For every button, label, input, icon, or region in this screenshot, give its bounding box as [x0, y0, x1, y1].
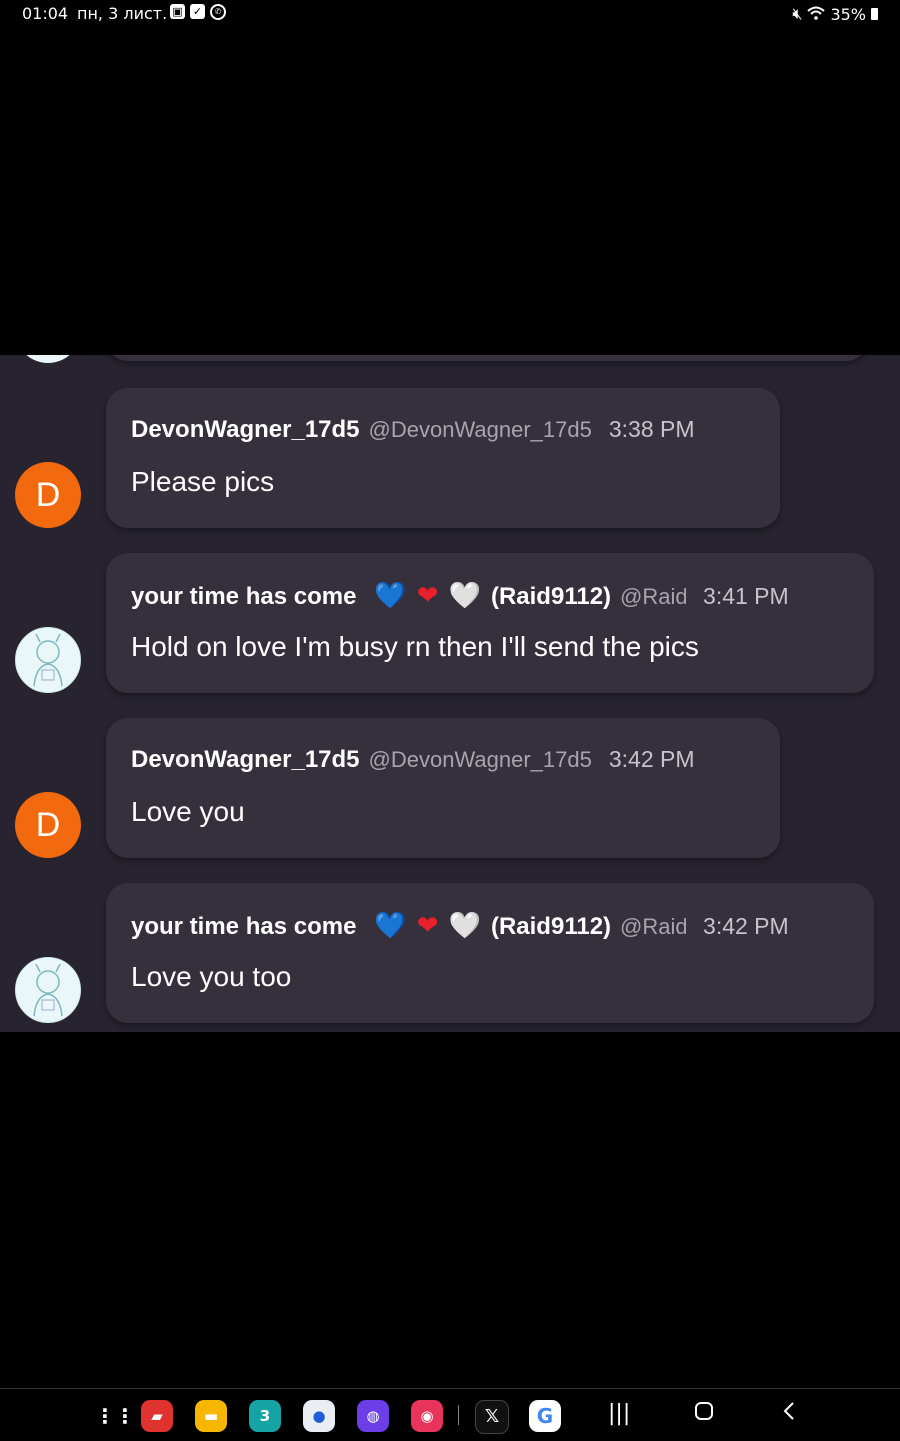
- camera-app-icon[interactable]: ◉: [411, 1400, 443, 1432]
- author-name[interactable]: your time has come: [131, 913, 356, 941]
- taskbar: ⋮⋮⋮ ▰ ▬ 3 ● ◍ ◉ 𝕏 G |||: [0, 1388, 900, 1441]
- white-heart-icon: 🤍: [448, 911, 481, 941]
- message-header: your time has come 💙 ❤ 🤍 (Raid9112) @Rai…: [131, 911, 789, 941]
- message-header: DevonWagner_17d5 @DevonWagner_17d5 3:42 …: [131, 746, 695, 774]
- home-icon: [695, 1402, 713, 1420]
- back-chevron-icon: [783, 1402, 794, 1420]
- message-text: Love you too: [131, 961, 292, 992]
- files-app-icon[interactable]: ▬: [195, 1400, 227, 1432]
- avatar-drawing-icon: [33, 963, 63, 1017]
- message-text: Please pics: [131, 466, 275, 497]
- blue-heart-icon: 💙: [374, 581, 407, 611]
- recents-button[interactable]: |||: [608, 1401, 630, 1426]
- notification-icons: ▣ ✓ ✆: [170, 4, 226, 20]
- message-time: 3:42 PM: [703, 913, 789, 939]
- avatar[interactable]: [15, 627, 81, 693]
- viber-notification-icon: ✆: [210, 4, 226, 20]
- google-app-icon[interactable]: G: [529, 1400, 561, 1432]
- message-bubble: DevonWagner_17d5 @DevonWagner_17d5 3:42 …: [106, 718, 780, 858]
- dock-divider: [458, 1405, 459, 1425]
- author-handle[interactable]: @Raid9112: [620, 914, 686, 940]
- message-text: Hold on love I'm busy rn then I'll send …: [131, 631, 699, 662]
- author-handle[interactable]: @DevonWagner_17d5: [369, 417, 592, 443]
- notes-app-icon[interactable]: ▰: [141, 1400, 173, 1432]
- mute-icon: 🔇︎: [792, 4, 803, 23]
- x-app-icon[interactable]: 𝕏: [475, 1400, 509, 1434]
- blue-heart-icon: 💙: [374, 911, 407, 941]
- message-bubble-previous: [106, 355, 868, 361]
- status-date: пн, 3 лист.: [77, 4, 168, 23]
- battery-icon: [871, 8, 878, 20]
- author-hearts: 💙 ❤ 🤍: [374, 581, 481, 611]
- message-bubble: your time has come 💙 ❤ 🤍 (Raid9112) @Rai…: [106, 553, 874, 693]
- author-name[interactable]: your time has come: [131, 583, 356, 611]
- message-text: Love you: [131, 796, 245, 827]
- author-handle[interactable]: @DevonWagner_17d5: [369, 747, 592, 773]
- status-bar: 01:04 пн, 3 лист. ▣ ✓ ✆ 🔇︎ 35%: [0, 0, 900, 28]
- message-time: 3:42 PM: [608, 746, 695, 772]
- avatar-drawing-icon: [33, 633, 63, 687]
- chat-message-list[interactable]: D DevonWagner_17d5 @DevonWagner_17d5 3:3…: [0, 355, 900, 1032]
- message-bubble: your time has come 💙 ❤ 🤍 (Raid9112) @Rai…: [106, 883, 874, 1023]
- messages-app-icon[interactable]: ●: [303, 1400, 335, 1432]
- message-time: 3:41 PM: [703, 583, 789, 609]
- author-name[interactable]: DevonWagner_17d5: [131, 416, 360, 444]
- battery-percent: 35%: [830, 4, 866, 24]
- apps-grid-icon[interactable]: ⋮⋮⋮: [95, 1400, 155, 1432]
- avatar[interactable]: [15, 355, 81, 363]
- message-time: 3:38 PM: [608, 416, 695, 442]
- red-heart-icon: ❤: [416, 581, 439, 611]
- author-handle[interactable]: @Raid9112: [620, 584, 686, 610]
- wifi-icon: [807, 5, 826, 24]
- avatar[interactable]: [15, 957, 81, 1023]
- author-name-suffix[interactable]: (Raid9112): [491, 913, 611, 941]
- message-bubble: DevonWagner_17d5 @DevonWagner_17d5 3:38 …: [106, 388, 780, 528]
- calendar-app-icon[interactable]: 3: [249, 1400, 281, 1432]
- author-name[interactable]: DevonWagner_17d5: [131, 746, 360, 774]
- status-time: 01:04: [22, 4, 69, 23]
- red-heart-icon: ❤: [416, 911, 439, 941]
- author-hearts: 💙 ❤ 🤍: [374, 911, 481, 941]
- back-button[interactable]: [782, 1401, 796, 1427]
- status-right: 🔇︎ 35%: [792, 4, 878, 24]
- message-header: your time has come 💙 ❤ 🤍 (Raid9112) @Rai…: [131, 581, 789, 611]
- home-button[interactable]: [694, 1401, 714, 1427]
- avatar[interactable]: D: [15, 462, 81, 528]
- check-notification-icon: ✓: [190, 4, 205, 19]
- white-heart-icon: 🤍: [448, 581, 481, 611]
- author-name-suffix[interactable]: (Raid9112): [491, 583, 611, 611]
- avatar[interactable]: D: [15, 792, 81, 858]
- gallery-notification-icon: ▣: [170, 4, 185, 19]
- browser-app-icon[interactable]: ◍: [357, 1400, 389, 1432]
- message-header: DevonWagner_17d5 @DevonWagner_17d5 3:38 …: [131, 416, 695, 444]
